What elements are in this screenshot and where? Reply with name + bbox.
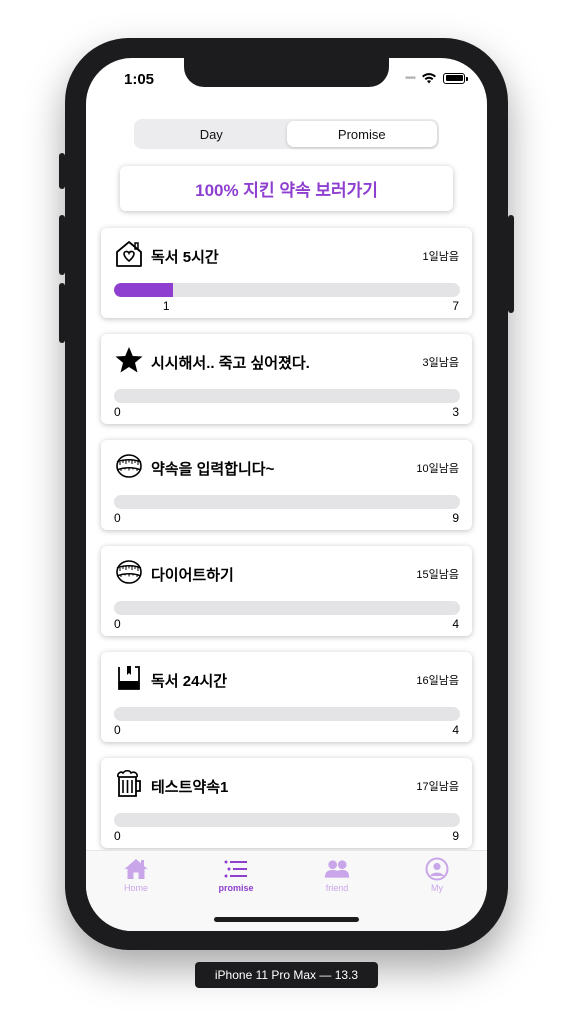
progress-current: 0: [114, 511, 121, 525]
tab-friend-label: friend: [325, 883, 349, 893]
screen: 1:05 •••• Day Promise 100% 지킨 약속 보러가기 독서…: [86, 58, 487, 931]
battery-icon: [443, 72, 468, 84]
promise-card[interactable]: 다이어트하기 15일남음 0 4: [101, 546, 472, 636]
mute-switch: [59, 153, 65, 189]
promise-title: 다이어트하기: [151, 567, 234, 584]
promise-card[interactable]: 독서 5시간 1일남음 1 7: [101, 228, 472, 318]
days-left: 10일남음: [416, 463, 459, 475]
days-left: 1일남음: [422, 251, 459, 263]
days-left: 15일남음: [416, 569, 459, 581]
progress-goal: 9: [452, 829, 459, 843]
notch: [184, 58, 389, 87]
progress-goal: 4: [452, 617, 459, 631]
progress-current: 0: [114, 617, 121, 631]
power-button: [508, 215, 514, 313]
volume-down-button: [59, 283, 65, 343]
tab-my-label: My: [431, 883, 443, 893]
tab-home[interactable]: Home: [96, 857, 176, 893]
promise-card[interactable]: 테스트약속1 17일남음 0 9: [101, 758, 472, 848]
user-circle-icon: [425, 857, 449, 881]
home-icon: [124, 859, 148, 879]
status-icons: ••••: [404, 72, 468, 84]
progress-goal: 7: [452, 299, 459, 313]
status-time: 1:05: [124, 71, 155, 88]
measuring-tape-icon: [114, 557, 144, 587]
progress-fill: [114, 283, 173, 297]
promise-card[interactable]: 독서 24시간 16일남음 0 4: [101, 652, 472, 742]
measuring-tape-icon: [114, 451, 144, 481]
star-icon: [114, 345, 144, 375]
promise-title: 약속을 입력합니다~: [151, 461, 275, 478]
promise-title: 시시해서.. 죽고 싶어졌다.: [151, 355, 310, 372]
progress-bar: [114, 707, 460, 721]
volume-up-button: [59, 215, 65, 275]
tab-friend[interactable]: friend: [297, 857, 377, 893]
days-left: 17일남음: [416, 781, 459, 793]
house-heart-icon: [114, 239, 144, 269]
progress-goal: 4: [452, 723, 459, 737]
completed-promises-button[interactable]: 100% 지킨 약속 보러가기: [120, 166, 453, 211]
home-indicator: [214, 917, 359, 922]
signal-icon: ••••: [404, 72, 416, 84]
tab-home-label: Home: [123, 883, 148, 893]
progress-bar: [114, 601, 460, 615]
tab-promise-label: promise: [218, 883, 254, 893]
book-icon: [114, 663, 144, 693]
progress-current: 0: [114, 405, 121, 419]
tab-my[interactable]: My: [397, 857, 477, 893]
progress-bar: [114, 813, 460, 827]
promise-title: 독서 5시간: [151, 249, 219, 266]
segment-day[interactable]: Day: [136, 121, 287, 147]
promise-card[interactable]: 시시해서.. 죽고 싶어졌다. 3일남음 0 3: [101, 334, 472, 424]
progress-goal: 9: [452, 511, 459, 525]
simulator-device-label: iPhone 11 Pro Max — 13.3: [195, 962, 378, 988]
tab-promise[interactable]: promise: [196, 857, 276, 893]
progress-current: 0: [114, 723, 121, 737]
progress-bar: [114, 389, 460, 403]
progress-goal: 3: [452, 405, 459, 419]
progress-current: 0: [114, 829, 121, 843]
progress-bar: [114, 495, 460, 509]
people-icon: [324, 860, 350, 878]
wifi-icon: [422, 73, 436, 84]
progress-current: 1: [162, 299, 170, 313]
promise-title: 테스트약속1: [151, 779, 229, 796]
list-icon: [224, 860, 247, 878]
segment-promise[interactable]: Promise: [286, 121, 437, 147]
beer-mug-icon: [114, 769, 144, 799]
progress-bar: [114, 283, 460, 297]
day-promise-segmented-control: Day Promise: [134, 119, 439, 149]
days-left: 3일남음: [422, 357, 459, 369]
days-left: 16일남음: [416, 675, 459, 687]
promise-title: 독서 24시간: [151, 673, 228, 690]
promise-card[interactable]: 약속을 입력합니다~ 10일남음 0 9: [101, 440, 472, 530]
